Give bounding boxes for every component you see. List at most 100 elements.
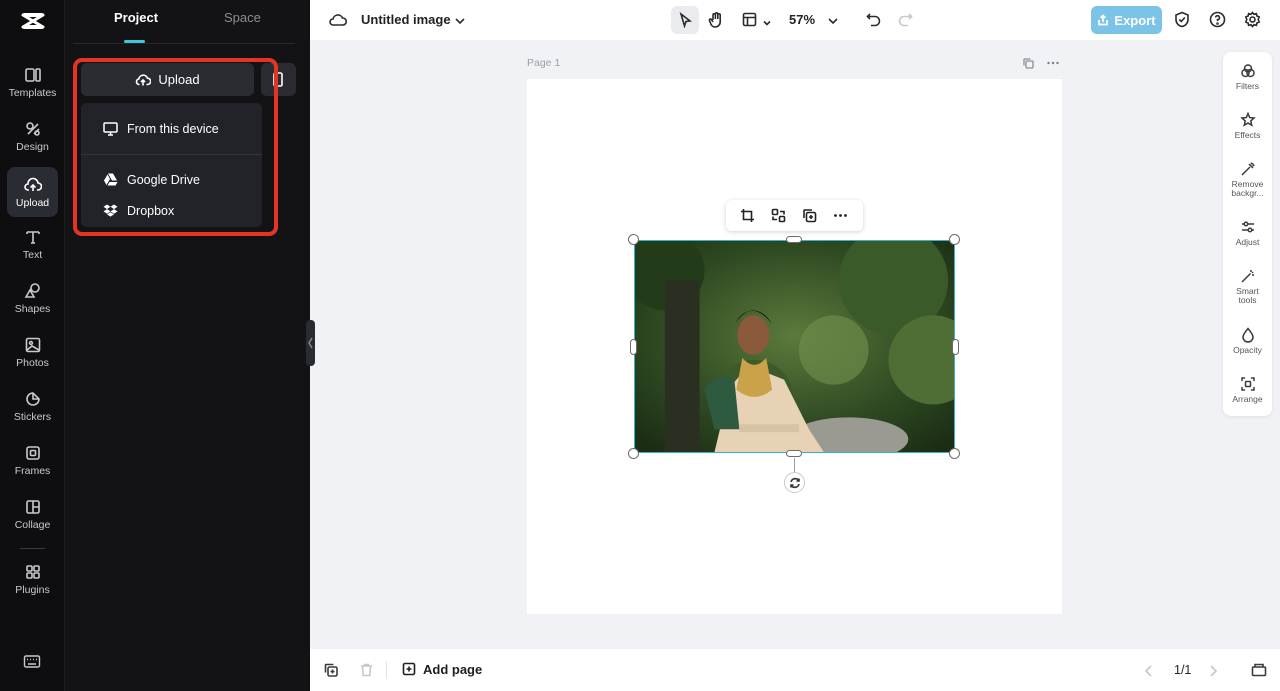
rail-item-label: Shapes — [14, 302, 51, 315]
add-page-icon — [402, 662, 416, 676]
rail-item-text[interactable]: Text — [7, 219, 58, 269]
chevron-down-icon[interactable] — [827, 14, 839, 26]
undo-icon[interactable] — [866, 12, 881, 27]
zoom-level[interactable]: 57% — [789, 12, 815, 27]
layers-panel-icon[interactable] — [1251, 662, 1267, 677]
arrange-icon — [1240, 377, 1255, 391]
trash-icon[interactable] — [360, 663, 373, 677]
chevron-left-icon — [308, 337, 313, 349]
shield-icon[interactable] — [1174, 11, 1190, 28]
tab-project[interactable]: Project — [114, 10, 158, 25]
opacity-icon — [1241, 327, 1254, 343]
rotate-handle[interactable] — [784, 472, 805, 493]
redo-icon[interactable] — [898, 12, 913, 27]
bottom-divider — [386, 661, 387, 679]
rail-item-label: Text — [22, 248, 43, 261]
rail-item-design[interactable]: Design — [7, 111, 58, 161]
panel-divider — [73, 43, 295, 44]
rotate-connector — [794, 458, 795, 472]
templates-icon — [24, 67, 41, 82]
pointer-icon — [678, 11, 693, 29]
highlight-annotation — [73, 58, 278, 236]
collage-icon — [25, 499, 40, 514]
resize-handle-bottom-left[interactable] — [628, 448, 639, 459]
add-page-button[interactable]: Add page — [402, 662, 482, 677]
rail-item-remove-background[interactable]: Remove backgr... — [1223, 161, 1272, 198]
resize-handle-left[interactable] — [630, 339, 637, 355]
resize-handle-right[interactable] — [952, 339, 959, 355]
chevron-down-icon[interactable] — [454, 14, 466, 26]
text-icon — [25, 230, 40, 244]
adjust-icon — [1241, 221, 1254, 233]
crop-icon[interactable] — [740, 208, 755, 223]
resize-handle-bottom-right[interactable] — [949, 448, 960, 459]
remove-background-icon — [1240, 162, 1254, 176]
add-page-label: Add page — [423, 662, 483, 677]
panel-collapse-handle[interactable] — [306, 320, 315, 366]
rail-item-upload[interactable]: Upload — [7, 167, 58, 217]
rail-item-stickers[interactable]: Stickers — [7, 381, 58, 431]
duplicate-page-icon[interactable] — [1023, 58, 1034, 69]
rail-item-label: Collage — [14, 518, 51, 531]
page-more-icon[interactable] — [1047, 60, 1059, 66]
resize-handle-top-left[interactable] — [628, 234, 639, 245]
upload-cloud-icon — [23, 177, 42, 191]
smart-tools-icon — [1240, 270, 1254, 283]
rail-item-label: Smart tools — [1236, 286, 1259, 305]
duplicate-page-icon[interactable] — [324, 663, 338, 677]
rail-item-adjust[interactable]: Adjust — [1223, 219, 1272, 247]
replace-icon[interactable] — [771, 208, 786, 223]
hand-tool-icon[interactable] — [708, 11, 724, 28]
rail-item-opacity[interactable]: Opacity — [1223, 327, 1272, 355]
rail-item-label: Upload — [15, 196, 50, 209]
right-properties-rail: Filters Effects Remove backgr... Adjust … — [1223, 52, 1272, 416]
plugins-icon — [25, 564, 40, 579]
design-icon — [25, 121, 40, 136]
shapes-icon — [24, 282, 40, 298]
rail-item-label: Photos — [16, 356, 49, 369]
frames-icon — [25, 445, 40, 460]
duplicate-icon[interactable] — [802, 208, 817, 223]
page-label: Page 1 — [527, 57, 561, 69]
rail-item-filters[interactable]: Filters — [1223, 63, 1272, 91]
rail-item-label: Filters — [1235, 81, 1260, 91]
keyboard-icon[interactable] — [23, 654, 41, 670]
more-icon[interactable] — [833, 208, 848, 223]
page-count: 1/1 — [1174, 663, 1192, 677]
rail-item-templates[interactable]: Templates — [7, 57, 58, 107]
rail-item-photos[interactable]: Photos — [7, 327, 58, 377]
rotate-icon — [790, 477, 800, 489]
help-icon[interactable] — [1209, 11, 1226, 28]
rail-item-label: Opacity — [1233, 345, 1262, 355]
document-title[interactable]: Untitled image — [361, 12, 451, 27]
rail-item-frames[interactable]: Frames — [7, 435, 58, 485]
rail-item-collage[interactable]: Collage — [7, 489, 58, 539]
effects-icon — [1239, 112, 1256, 127]
layout-icon[interactable] — [742, 12, 757, 27]
rail-divider — [20, 548, 45, 549]
rail-item-label: Plugins — [15, 583, 50, 596]
rail-item-effects[interactable]: Effects — [1223, 112, 1272, 140]
resize-handle-bottom[interactable] — [786, 450, 802, 457]
rail-item-label: Frames — [14, 464, 51, 477]
rail-item-smart-tools[interactable]: Smart tools — [1223, 268, 1272, 305]
export-button[interactable]: Export — [1091, 6, 1162, 34]
rail-item-label: Stickers — [13, 410, 52, 423]
chevron-down-icon[interactable] — [762, 15, 772, 26]
rail-item-shapes[interactable]: Shapes — [7, 273, 58, 323]
chevron-right-icon[interactable] — [1208, 664, 1218, 677]
rail-item-label: Templates — [8, 86, 57, 99]
object-floating-toolbar — [726, 200, 863, 231]
rail-item-label: Design — [16, 140, 49, 153]
cloud-sync-icon[interactable] — [329, 12, 348, 28]
resize-handle-top-right[interactable] — [949, 234, 960, 245]
tab-space[interactable]: Space — [224, 10, 261, 25]
gear-icon[interactable] — [1244, 11, 1261, 28]
chevron-left-icon[interactable] — [1144, 664, 1154, 677]
rail-item-plugins[interactable]: Plugins — [7, 554, 58, 604]
rail-item-arrange[interactable]: Arrange — [1223, 376, 1272, 404]
resize-handle-top[interactable] — [786, 236, 802, 243]
export-icon — [1098, 14, 1109, 26]
selected-photo[interactable] — [634, 240, 955, 453]
filters-icon — [1240, 64, 1255, 78]
